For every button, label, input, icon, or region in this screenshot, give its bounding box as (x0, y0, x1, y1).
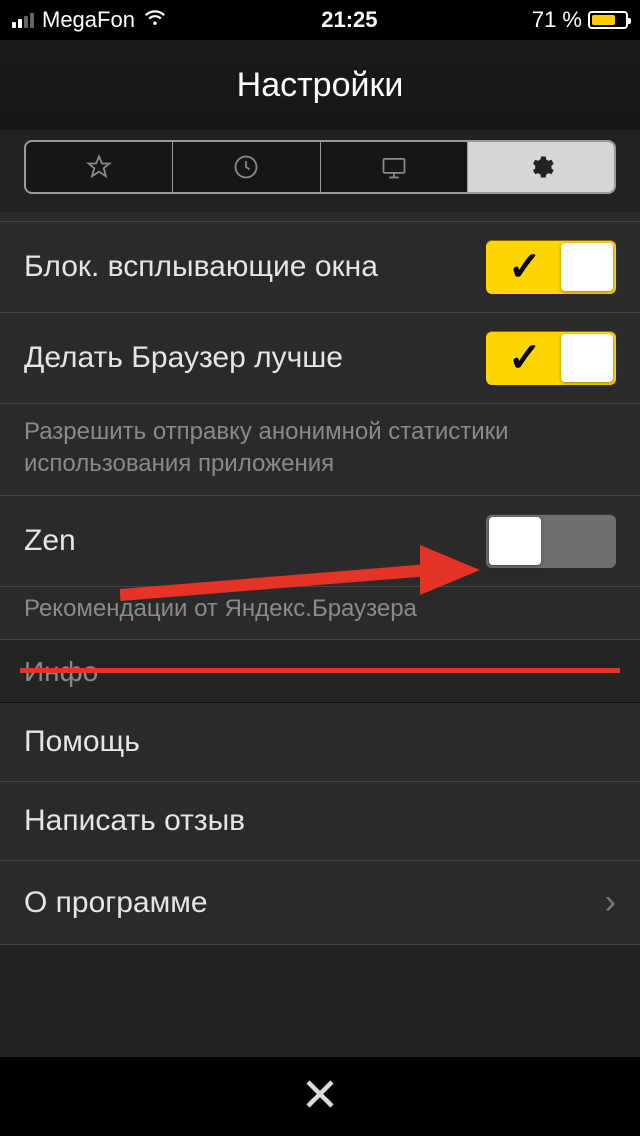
carrier-label: MegaFon (42, 7, 135, 33)
row-improve-browser: Делать Браузер лучше ✓ (0, 313, 640, 404)
help-label: Помощь (24, 725, 140, 759)
clock-label: 21:25 (321, 7, 377, 33)
zen-toggle[interactable] (486, 514, 616, 568)
feedback-label: Написать отзыв (24, 804, 245, 838)
improve-browser-label: Делать Браузер лучше (24, 341, 343, 375)
status-bar: MegaFon 21:25 71 % (0, 0, 640, 40)
about-label: О программе (24, 886, 208, 920)
block-popups-toggle[interactable]: ✓ (486, 240, 616, 294)
block-popups-label: Блок. всплывающие окна (24, 250, 378, 284)
chevron-right-icon: › (605, 883, 616, 922)
bottom-bar (0, 1056, 640, 1136)
close-button[interactable] (302, 1076, 338, 1117)
check-icon: ✓ (508, 244, 542, 290)
zen-description: Рекомендации от Яндекс.Браузера (0, 587, 640, 639)
page-header: Настройки (0, 40, 640, 130)
row-about[interactable]: О программе › (0, 861, 640, 945)
tab-favorites[interactable] (26, 142, 173, 192)
row-feedback[interactable]: Написать отзыв (0, 782, 640, 861)
zen-label: Zen (24, 524, 76, 558)
page-title: Настройки (237, 66, 404, 105)
battery-percent-label: 71 % (532, 7, 582, 33)
tab-settings[interactable] (468, 142, 614, 192)
annotation-underline (20, 668, 620, 673)
signal-icon (12, 13, 34, 28)
row-block-popups: Блок. всплывающие окна ✓ (0, 222, 640, 313)
tab-history[interactable] (173, 142, 320, 192)
improve-browser-description: Разрешить отправку анонимной статистики … (0, 404, 640, 495)
improve-browser-toggle[interactable]: ✓ (486, 331, 616, 385)
wifi-icon (143, 5, 167, 35)
row-zen: Zen (0, 496, 640, 587)
battery-icon (588, 11, 628, 29)
check-icon: ✓ (508, 335, 542, 381)
settings-content: Блок. всплывающие окна ✓ Делать Браузер … (0, 212, 640, 945)
row-help[interactable]: Помощь (0, 703, 640, 782)
tab-devices[interactable] (321, 142, 468, 192)
tab-bar (24, 140, 616, 194)
